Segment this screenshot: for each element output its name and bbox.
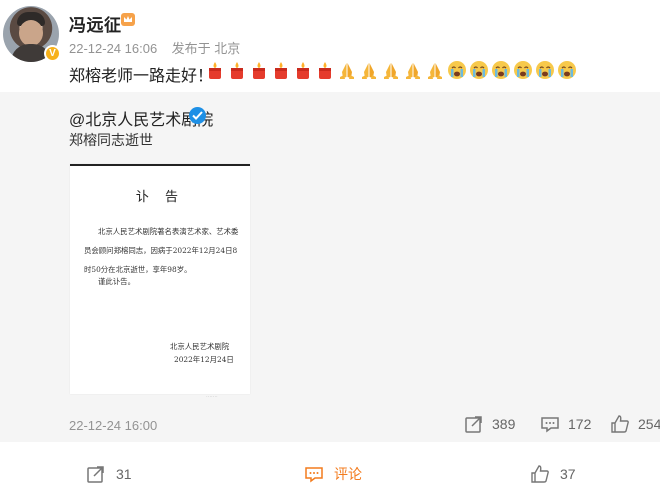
crown-icon bbox=[121, 13, 135, 26]
thumbs-up-icon bbox=[531, 465, 549, 483]
post-time[interactable]: 22-12-24 16:06 bbox=[69, 41, 157, 56]
original-like-count: 254 bbox=[638, 416, 660, 432]
cry-emoji-icon bbox=[557, 60, 577, 80]
obituary-date: 2022年12月24日 bbox=[174, 355, 234, 364]
original-repost-count: 389 bbox=[492, 416, 516, 432]
pray-emoji-icon bbox=[337, 60, 357, 80]
comment-label: 评论 bbox=[334, 466, 362, 482]
obituary-body: 北京人民艺术剧院著名表演艺术家、艺术委员会顾问郑榕同志，因病于2022年12月2… bbox=[84, 227, 239, 274]
cry-emoji-icon bbox=[535, 60, 555, 80]
pray-emoji-icon bbox=[403, 60, 423, 80]
candle-emoji-icon bbox=[249, 60, 269, 80]
candle-emoji-icon bbox=[205, 60, 225, 80]
original-like-button[interactable]: 254 bbox=[610, 414, 660, 434]
repost-icon bbox=[87, 466, 104, 483]
emoji-row bbox=[205, 60, 577, 80]
obituary-signature: 北京人民艺术剧院 bbox=[170, 342, 230, 351]
obituary-closing: 谨此讣告。 bbox=[98, 277, 135, 286]
original-comment-button[interactable]: 172 bbox=[540, 414, 591, 434]
comment-button[interactable]: 评论 bbox=[304, 464, 362, 484]
pray-emoji-icon bbox=[381, 60, 401, 80]
original-comment-count: 172 bbox=[568, 416, 592, 432]
cry-emoji-icon bbox=[513, 60, 533, 80]
blue-verified-icon bbox=[189, 107, 206, 124]
obituary-title: 讣 告 bbox=[135, 190, 185, 205]
verified-badge-icon: V bbox=[44, 45, 61, 62]
repost-count: 31 bbox=[116, 466, 132, 482]
comment-icon bbox=[541, 417, 559, 433]
candle-emoji-icon bbox=[315, 60, 335, 80]
candle-emoji-icon bbox=[227, 60, 247, 80]
thumbs-up-icon bbox=[611, 415, 629, 433]
comment-icon bbox=[305, 467, 323, 483]
cry-emoji-icon bbox=[469, 60, 489, 80]
like-count: 37 bbox=[560, 466, 576, 482]
post-location: 发布于 北京 bbox=[171, 41, 241, 56]
pray-emoji-icon bbox=[425, 60, 445, 80]
post-text: 郑榕老师一路走好！ bbox=[69, 68, 214, 85]
repost-button[interactable]: 31 bbox=[86, 464, 132, 484]
original-repost-button[interactable]: 389 bbox=[464, 414, 515, 434]
cry-emoji-icon bbox=[447, 60, 467, 80]
cry-emoji-icon bbox=[491, 60, 511, 80]
like-button[interactable]: 37 bbox=[530, 464, 576, 484]
original-text: 郑榕同志逝世 bbox=[69, 132, 153, 148]
candle-emoji-icon bbox=[293, 60, 313, 80]
candle-emoji-icon bbox=[271, 60, 291, 80]
image-watermark: ······· bbox=[206, 394, 218, 400]
repost-icon bbox=[465, 416, 482, 433]
pray-emoji-icon bbox=[359, 60, 379, 80]
obituary-image[interactable]: 讣 告 北京人民艺术剧院著名表演艺术家、艺术委员会顾问郑榕同志，因病于2022年… bbox=[70, 164, 250, 394]
post-meta: 22-12-24 16:06 发布于 北京 bbox=[69, 38, 240, 57]
original-time[interactable]: 22-12-24 16:00 bbox=[69, 418, 157, 433]
author-name[interactable]: 冯远征 bbox=[69, 11, 122, 36]
